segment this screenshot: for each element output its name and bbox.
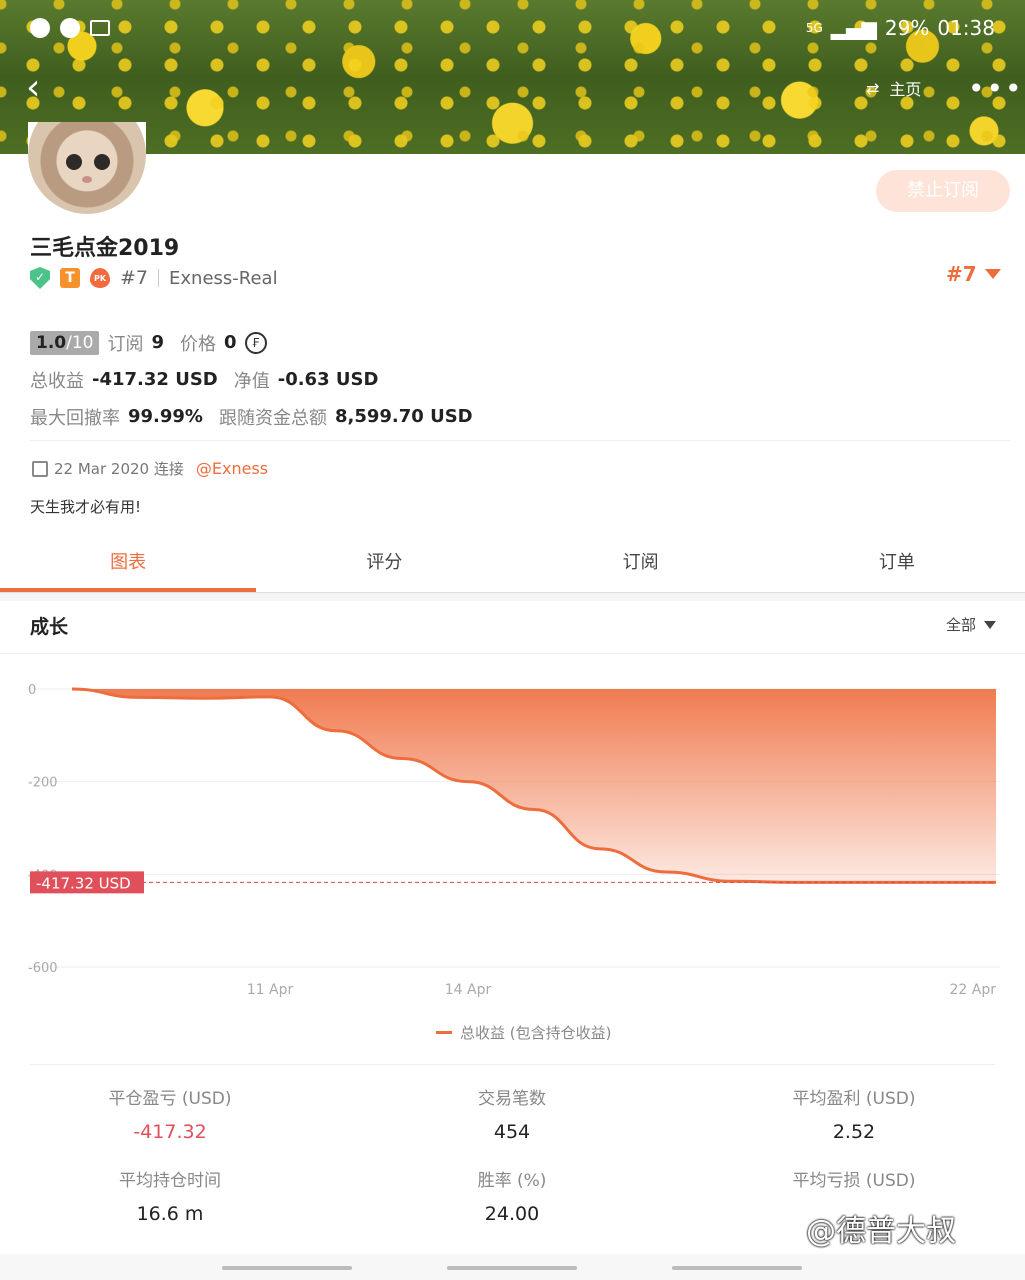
status-bar: 5G ▂▄▆ 29% 01:38 (30, 16, 995, 46)
metric-win-rate: 胜率 (%) 24.00 (477, 1171, 547, 1225)
app-icon (30, 18, 50, 38)
metric-avg-loss: 平均亏损 (USD) (792, 1171, 916, 1191)
range-label: 全部 (946, 616, 977, 634)
nav-handle[interactable] (672, 1266, 802, 1270)
nav-handle[interactable] (222, 1266, 352, 1270)
nav-handle[interactable] (447, 1266, 577, 1270)
tab-rating[interactable]: 评分 (256, 540, 512, 592)
growth-title: 成长 (30, 616, 69, 638)
growth-chart: 0-200-400-600-417.32 USD11 Apr14 Apr22 A… (28, 683, 1000, 998)
metric-closed-pnl: 平仓盈亏 (USD) -417.32 (108, 1089, 232, 1143)
follow-funds-label: 跟随资金总额 (218, 407, 327, 429)
rank-dropdown-label: #7 (946, 262, 977, 286)
coin-icon: ₣ (244, 331, 267, 354)
image-icon (90, 20, 110, 36)
metric-avg-profit: 平均盈利 (USD) 2.52 (792, 1089, 916, 1143)
broker-label: Exness-Real (169, 267, 278, 289)
legend-swatch (436, 1031, 452, 1034)
area-fill (72, 689, 996, 883)
watermark: @德普大叔 (806, 1214, 956, 1249)
divider (0, 653, 1025, 654)
home-button[interactable]: ⇄ 主页 (866, 76, 921, 100)
profile-stats: 1.0/10 订阅 9 价格 0 ₣ 总收益 -417.32 USD 净值 -0.63 … (30, 324, 473, 435)
section-divider (0, 593, 1025, 601)
joined-info: 22 Mar 2020 连接 @Exness (32, 458, 268, 479)
metric-trade-count: 交易笔数 454 (478, 1089, 546, 1143)
range-dropdown[interactable]: 全部 (946, 614, 997, 635)
x-tick-label: 11 Apr (247, 982, 294, 998)
score-badge: 1.0/10 (30, 330, 100, 355)
switch-icon: ⇄ (866, 78, 880, 98)
follow-funds-value: 8,599.70 USD (334, 406, 473, 427)
signal-icon: ▂▄▆ (830, 16, 877, 40)
divider (30, 440, 1010, 441)
current-value-label: -417.32 USD (36, 874, 131, 892)
equity-value: -0.63 USD (277, 369, 379, 390)
home-label: 主页 (889, 80, 922, 99)
calendar-icon (32, 460, 48, 477)
broker-link[interactable]: @Exness (196, 459, 268, 478)
price-value: 0 (224, 332, 237, 353)
max-drawdown-label: 最大回撤率 (30, 407, 120, 429)
x-tick-label: 22 Apr (950, 982, 997, 998)
caret-down-icon (984, 269, 1001, 279)
profile-bio: 天生我才必有用! (30, 498, 142, 516)
caret-down-icon (984, 620, 997, 629)
tab-subscriptions[interactable]: 订阅 (513, 540, 769, 592)
tab-chart[interactable]: 图表 (0, 540, 257, 592)
block-subscription-button[interactable]: 禁止订阅 (876, 170, 1010, 212)
system-nav-bar (0, 1254, 1025, 1280)
verified-shield-icon: ✓ (30, 267, 50, 289)
y-tick-label: -200 (28, 776, 58, 791)
subscriptions-value: 9 (151, 332, 165, 353)
chart-legend: 总收益 (包含持仓收益) (436, 1022, 611, 1043)
metric-avg-hold-time: 平均持仓时间 16.6 m (119, 1171, 221, 1225)
max-drawdown-value: 99.99% (128, 406, 203, 427)
total-profit-value: -417.32 USD (92, 369, 218, 390)
app-icon (60, 18, 80, 38)
equity-label: 净值 (233, 370, 270, 392)
divider (158, 269, 160, 287)
avatar[interactable] (28, 122, 146, 214)
profile-name: 三毛点金2019 (30, 236, 180, 261)
y-tick-label: -600 (28, 961, 58, 976)
price-label: 价格 (180, 333, 217, 355)
tab-orders[interactable]: 订单 (769, 540, 1025, 592)
rank-dropdown[interactable]: #7 (946, 262, 1001, 286)
more-menu-button[interactable]: ••• (968, 72, 1024, 105)
tab-bar: 图表 评分 订阅 订单 (0, 540, 1025, 593)
joined-date: 22 Mar 2020 连接 (54, 460, 184, 478)
back-button[interactable]: ‹ (26, 70, 52, 106)
y-tick-label: 0 (28, 683, 36, 698)
divider (30, 1064, 995, 1065)
total-profit-label: 总收益 (30, 370, 84, 392)
x-tick-label: 14 Apr (445, 982, 492, 998)
pk-fire-icon: PK (90, 268, 110, 288)
trader-badge-icon: T (60, 268, 80, 288)
network-indicator: 5G (805, 21, 823, 35)
clock: 01:38 (937, 16, 995, 40)
legend-label: 总收益 (包含持仓收益) (460, 1024, 612, 1042)
rank-label: #7 (120, 267, 149, 289)
battery-level: 29% (884, 16, 930, 40)
subscriptions-label: 订阅 (107, 333, 144, 355)
